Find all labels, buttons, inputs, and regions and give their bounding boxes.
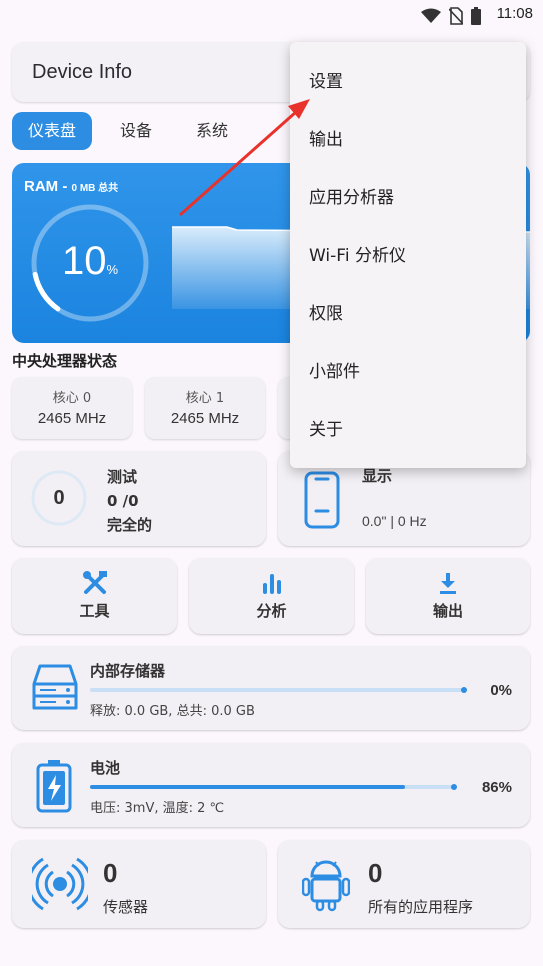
menu-item-settings[interactable]: 设置 [290, 53, 526, 111]
storage-progress-end-dot [461, 687, 467, 693]
test-card[interactable]: 0 测试 0 /0 完全的 [12, 451, 266, 546]
status-bar: 11:08 [0, 0, 543, 30]
cpu-core-0: 核心 0 2465 MHz [12, 377, 132, 439]
menu-item-permissions[interactable]: 权限 [290, 285, 526, 343]
ram-title: RAM - [24, 178, 72, 195]
sensor-waves-icon [32, 857, 88, 911]
display-value: 0.0" | 0 Hz [362, 513, 427, 529]
cpu-core-1: 核心 1 2465 MHz [145, 377, 265, 439]
hard-drive-icon [32, 664, 78, 710]
battery-detail: 电压: 3mV, 温度: 2 ℃ [90, 801, 225, 816]
battery-progress-track [90, 784, 457, 790]
sensors-card[interactable]: 0 传感器 [12, 840, 266, 928]
tab-bar: 仪表盘 设备 系统 [12, 112, 256, 150]
cpu-status-title: 中央处理器状态 [12, 352, 118, 370]
core-frequency: 2465 MHz [37, 410, 107, 427]
ram-label: RAM - 0 MB 总共 [24, 178, 118, 195]
android-icon [302, 860, 350, 912]
battery-card[interactable]: 电池 86% 电压: 3mV, 温度: 2 ℃ [12, 743, 530, 827]
menu-item-widgets[interactable]: 小部件 [290, 343, 526, 401]
tools-label: 工具 [79, 602, 110, 620]
test-title: 测试 [107, 468, 138, 486]
no-sim-icon [449, 7, 463, 25]
phone-icon [304, 471, 340, 529]
wifi-icon [421, 8, 441, 23]
ram-percent-unit: % [106, 262, 119, 277]
core-label: 核心 0 [52, 391, 92, 406]
menu-item-app-analyzer[interactable]: 应用分析器 [290, 169, 526, 227]
tab-dashboard[interactable]: 仪表盘 [12, 112, 93, 150]
storage-card[interactable]: 内部存储器 0% 释放: 0.0 GB, 总共: 0.0 GB [12, 646, 530, 730]
apps-card[interactable]: 0 所有的应用程序 [278, 840, 530, 928]
ram-total: 0 MB 总共 [71, 183, 119, 194]
download-icon [440, 573, 456, 594]
test-count: 0 [53, 487, 65, 509]
sensors-count: 0 [103, 858, 118, 888]
ram-percent-value: 10 [61, 239, 107, 283]
tools-icon [82, 571, 107, 594]
battery-charging-icon [36, 760, 72, 813]
battery-progress-fill [90, 785, 405, 789]
analysis-label: 分析 [256, 602, 287, 620]
overflow-menu: 设置 输出 应用分析器 Wi-Fi 分析仪 权限 小部件 关于 [290, 42, 526, 468]
bar-chart-icon [262, 574, 281, 594]
tab-system[interactable]: 系统 [180, 112, 244, 150]
storage-title: 内部存储器 [90, 662, 166, 680]
core-frequency: 2465 MHz [170, 410, 240, 427]
tools-button[interactable]: 工具 [12, 558, 177, 634]
battery-icon [471, 7, 481, 25]
app-title: Device Info [32, 61, 133, 83]
test-info: 测试 0 /0 完全的 [107, 465, 152, 537]
export-button[interactable]: 输出 [366, 558, 530, 634]
tab-device[interactable]: 设备 [104, 112, 168, 150]
battery-title: 电池 [90, 759, 121, 777]
menu-item-about[interactable]: 关于 [290, 401, 526, 459]
display-title: 显示 [362, 467, 393, 485]
battery-progress-end-dot [451, 784, 457, 790]
menu-item-wifi-analyzer[interactable]: Wi-Fi 分析仪 [290, 227, 526, 285]
apps-label: 所有的应用程序 [368, 898, 474, 916]
core-label: 核心 1 [185, 391, 225, 406]
menu-item-export[interactable]: 输出 [290, 111, 526, 169]
analysis-button[interactable]: 分析 [189, 558, 354, 634]
sensors-label: 传感器 [103, 898, 149, 916]
battery-percent: 86% [481, 779, 512, 796]
ram-percent: 10% [28, 239, 152, 284]
storage-detail: 释放: 0.0 GB, 总共: 0.0 GB [90, 704, 255, 719]
test-progress: 0 /0 [107, 492, 139, 510]
clock: 11:08 [496, 5, 533, 22]
test-status: 完全的 [107, 516, 153, 534]
storage-progress-track [90, 687, 467, 693]
export-label: 输出 [432, 602, 463, 620]
storage-percent: 0% [490, 682, 512, 699]
apps-count: 0 [368, 858, 383, 888]
